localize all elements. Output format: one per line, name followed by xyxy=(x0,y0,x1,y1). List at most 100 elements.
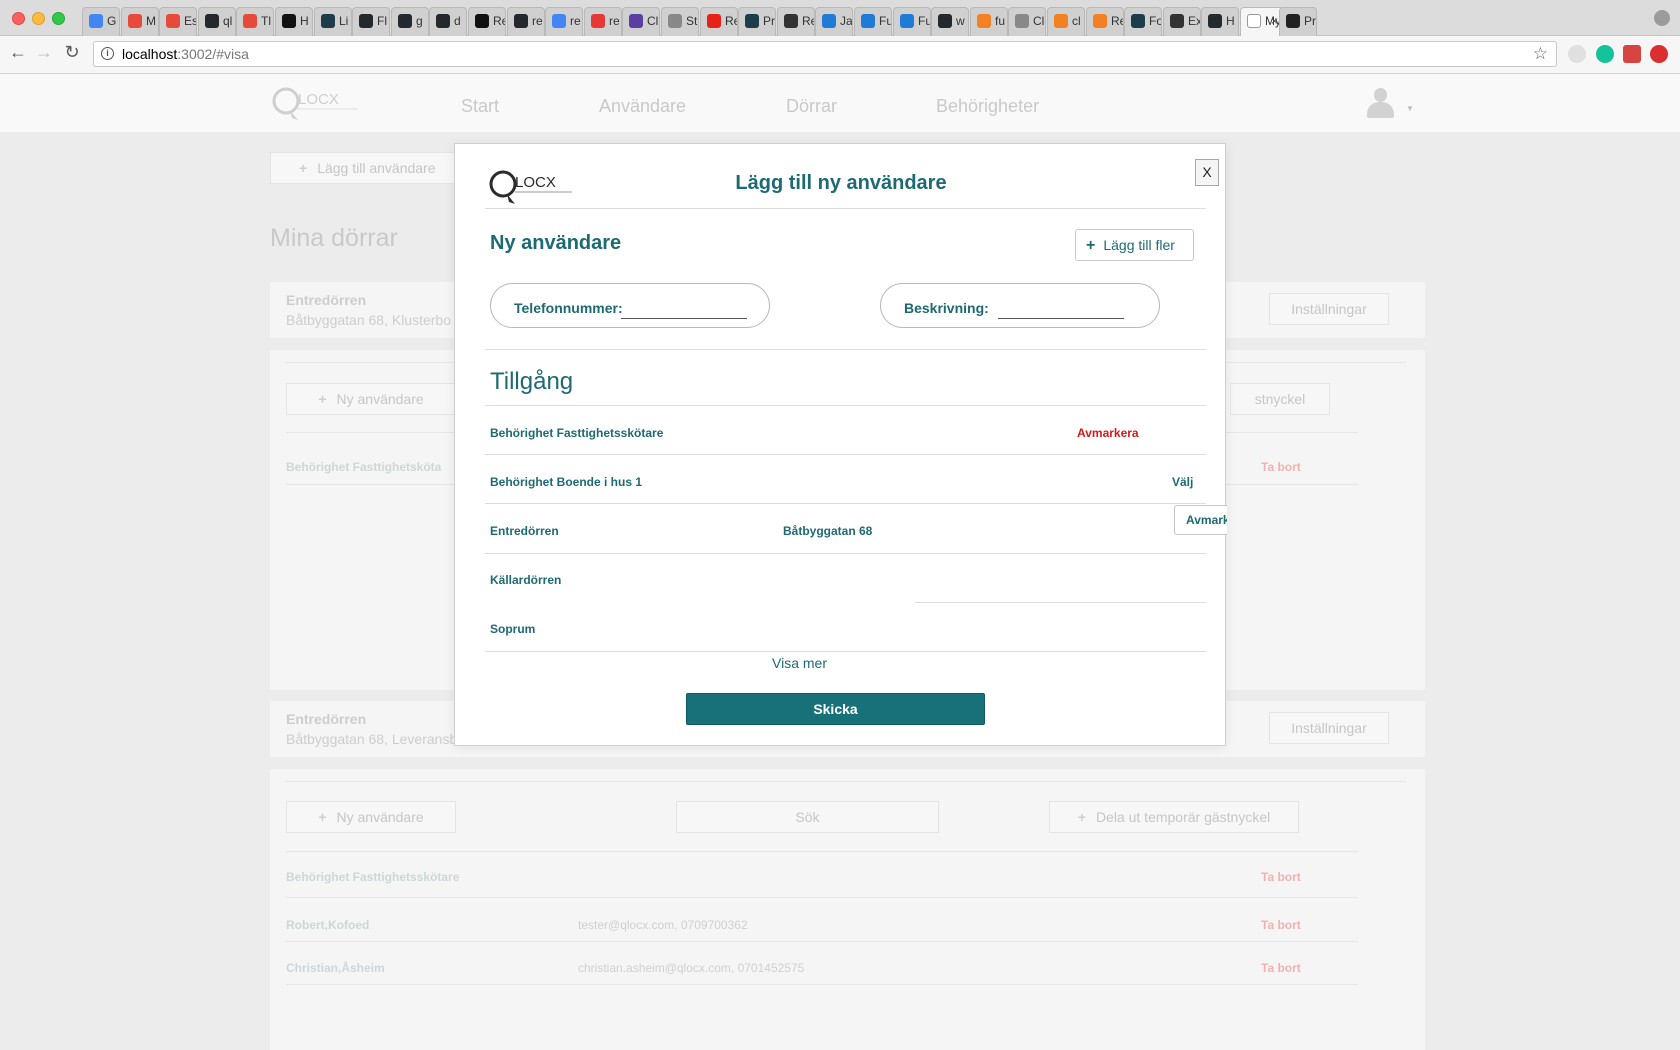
browser-tab[interactable]: Re xyxy=(777,7,815,36)
browser-profile-icon[interactable] xyxy=(1654,10,1670,26)
extension-alert-icon[interactable] xyxy=(1650,45,1668,63)
browser-tab[interactable]: cl xyxy=(1047,7,1085,36)
reload-icon[interactable]: ↻ xyxy=(60,42,84,63)
browser-tab[interactable]: My × xyxy=(1240,7,1284,37)
add-more-button[interactable]: + Lägg till fler xyxy=(1075,229,1194,261)
door-address: Båtbyggatan 68, Leveransb xyxy=(286,731,458,747)
tab-label: re xyxy=(532,14,543,28)
browser-tab[interactable]: w xyxy=(931,7,969,36)
site-info-icon[interactable]: i xyxy=(101,47,114,60)
browser-tab[interactable]: H xyxy=(275,7,313,36)
browser-tab[interactable]: Cl xyxy=(1008,7,1046,36)
browser-tab[interactable]: G xyxy=(82,7,120,36)
window-zoom-icon[interactable] xyxy=(52,12,65,25)
browser-tab[interactable]: H xyxy=(1201,7,1239,36)
deselect-button[interactable]: Avmark xyxy=(1174,505,1227,535)
modal-title: Lägg till ny användare xyxy=(735,172,947,194)
browser-tab[interactable]: ql xyxy=(198,7,236,36)
window-close-icon[interactable] xyxy=(12,12,25,25)
browser-tab[interactable]: Pr xyxy=(1279,7,1317,36)
chevron-down-icon[interactable]: ▼ xyxy=(1406,104,1414,113)
browser-tab[interactable]: fu xyxy=(970,7,1008,36)
forward-icon[interactable]: → xyxy=(32,42,56,63)
browser-tab[interactable]: Fu xyxy=(854,7,892,36)
tab-close-icon[interactable]: × xyxy=(1271,14,1278,28)
nav-permissions[interactable]: Behörigheter xyxy=(936,96,1039,117)
description-label: Beskrivning: xyxy=(904,300,989,316)
nav-users[interactable]: Användare xyxy=(599,96,686,117)
select-link[interactable]: Välj xyxy=(1172,475,1193,489)
access-row-label: Källardörren xyxy=(490,573,562,587)
svg-text:LOCX: LOCX xyxy=(298,91,339,108)
bookmark-star-icon[interactable]: ☆ xyxy=(1533,44,1548,64)
favicon-icon xyxy=(900,14,914,28)
browser-tab[interactable]: Pr xyxy=(738,7,776,36)
tab-label: Tl xyxy=(261,14,271,28)
browser-tab[interactable]: Re xyxy=(1086,7,1124,36)
window-minimize-icon[interactable] xyxy=(32,12,45,25)
favicon-icon xyxy=(166,14,180,28)
browser-tab[interactable]: Fl xyxy=(352,7,390,36)
browser-tab[interactable]: Re xyxy=(468,7,506,36)
browser-tab[interactable]: re xyxy=(507,7,545,36)
remove-link[interactable]: Ta bort xyxy=(1261,870,1301,884)
close-button[interactable]: X xyxy=(1195,159,1219,186)
browser-tab[interactable]: Ja xyxy=(815,7,853,36)
tab-label: Re xyxy=(802,14,814,28)
favicon-icon xyxy=(128,14,142,28)
phone-input[interactable] xyxy=(621,297,747,319)
settings-button[interactable]: Inställningar xyxy=(1269,293,1389,325)
back-icon[interactable]: ← xyxy=(6,42,30,63)
new-user-button[interactable]: + Ny användare xyxy=(286,383,456,415)
browser-tab[interactable]: Re xyxy=(700,7,738,36)
nav-doors[interactable]: Dörrar xyxy=(786,96,837,117)
tab-label: Li xyxy=(339,14,349,28)
tab-label: g xyxy=(416,14,423,28)
tab-label: Cl xyxy=(1033,14,1045,28)
deselect-link[interactable]: Avmarkera xyxy=(1077,426,1139,440)
submit-button[interactable]: Skicka xyxy=(686,693,985,725)
settings-button[interactable]: Inställningar xyxy=(1269,712,1389,744)
grammarly-icon[interactable] xyxy=(1596,45,1614,63)
tab-label: Re xyxy=(493,14,505,28)
browser-tab[interactable]: M xyxy=(121,7,159,36)
browser-tab[interactable]: re xyxy=(584,7,622,36)
browser-tab[interactable]: Cl xyxy=(622,7,660,36)
address-bar[interactable]: i localhost:3002/#visa ☆ xyxy=(93,41,1557,67)
new-user-button[interactable]: + Ny användare xyxy=(286,801,456,833)
row-detail: christian.asheim@qlocx.com, 0701452575 xyxy=(578,961,805,975)
remove-link[interactable]: Ta bort xyxy=(1261,918,1301,932)
browser-tab[interactable]: Ex xyxy=(1163,7,1201,36)
door-address: Båtbyggatan 68 xyxy=(783,524,873,538)
browser-tab[interactable]: g xyxy=(391,7,429,36)
browser-tab[interactable]: d xyxy=(429,7,467,36)
user-avatar-icon[interactable] xyxy=(1366,88,1394,120)
search-button[interactable]: Sök xyxy=(676,801,939,833)
extension-icon[interactable] xyxy=(1568,45,1586,63)
nav-start[interactable]: Start xyxy=(461,96,499,117)
remove-link[interactable]: Ta bort xyxy=(1261,961,1301,975)
browser-tab[interactable]: Fu xyxy=(893,7,931,36)
favicon-icon xyxy=(938,14,952,28)
remove-link[interactable]: Ta bort xyxy=(1261,460,1301,474)
browser-tab[interactable]: re xyxy=(545,7,583,36)
browser-tab[interactable]: Li xyxy=(314,7,352,36)
extension-red-icon[interactable] xyxy=(1623,45,1641,63)
browser-tab[interactable]: Tl xyxy=(236,7,274,36)
browser-tab[interactable]: Es xyxy=(159,7,197,36)
access-row-label: Behörighet Boende i hus 1 xyxy=(490,475,643,489)
tab-label: Re xyxy=(1111,14,1123,28)
guest-key-button[interactable]: stnyckel xyxy=(1230,383,1330,415)
tab-label: Cl xyxy=(647,14,659,28)
favicon-icon xyxy=(514,14,528,28)
section-title: Ny användare xyxy=(490,232,622,254)
browser-tab[interactable]: Fo xyxy=(1124,7,1162,36)
show-more-link[interactable]: Visa mer xyxy=(455,655,1144,671)
guest-key-button[interactable]: + Dela ut temporär gästnyckel xyxy=(1049,801,1299,833)
description-input[interactable] xyxy=(998,297,1124,319)
add-user-button[interactable]: + Lägg till användare xyxy=(270,152,460,184)
top-navigation: LOCX Start Användare Dörrar Behörigheter… xyxy=(0,74,1680,132)
favicon-icon xyxy=(1054,14,1068,28)
qlocx-logo[interactable]: LOCX xyxy=(270,84,360,122)
browser-tab[interactable]: St xyxy=(661,7,699,36)
